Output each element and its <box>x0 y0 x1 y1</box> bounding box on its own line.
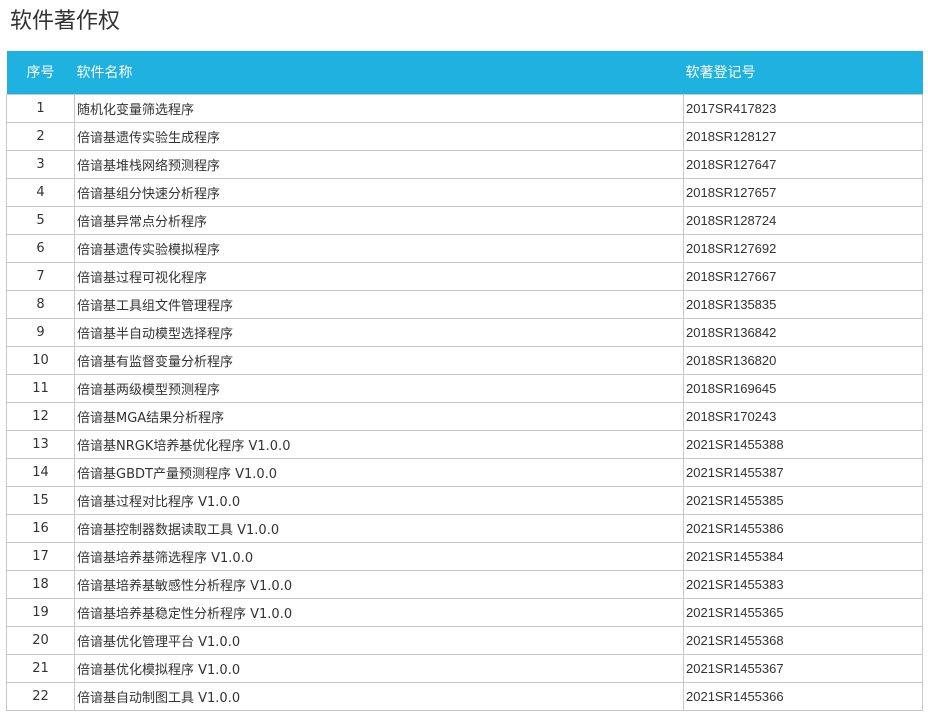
row-index: 21 <box>6 653 75 683</box>
row-index: 5 <box>6 205 75 235</box>
table-row: 17 倍谙基培养基筛选程序 V1.0.0 2021SR1455384 <box>6 541 923 571</box>
table-row: 15 倍谙基过程对比程序 V1.0.0 2021SR1455385 <box>6 485 923 515</box>
row-index: 19 <box>6 597 75 627</box>
row-registration-number: 2021SR1455368 <box>683 625 923 655</box>
row-software-name: 倍谙基优化管理平台 V1.0.0 <box>74 625 684 655</box>
row-software-name: 倍谙基两级模型预测程序 <box>74 373 684 403</box>
row-index: 7 <box>6 261 75 291</box>
table-row: 18 倍谙基培养基敏感性分析程序 V1.0.0 2021SR1455383 <box>6 569 923 599</box>
row-index: 10 <box>6 345 75 375</box>
row-index: 6 <box>6 233 75 263</box>
row-software-name: 倍谙基遗传实验生成程序 <box>74 121 684 151</box>
row-index: 14 <box>6 457 75 487</box>
table-row: 13 倍谙基NRGK培养基优化程序 V1.0.0 2021SR1455388 <box>6 429 923 459</box>
table-row: 20 倍谙基优化管理平台 V1.0.0 2021SR1455368 <box>6 625 923 655</box>
row-registration-number: 2021SR1455384 <box>683 541 923 571</box>
row-index: 22 <box>6 681 75 711</box>
row-index: 4 <box>6 177 75 207</box>
table-row: 19 倍谙基培养基稳定性分析程序 V1.0.0 2021SR1455365 <box>6 597 923 627</box>
table-row: 9 倍谙基半自动模型选择程序 2018SR136842 <box>6 317 923 347</box>
row-registration-number: 2021SR1455383 <box>683 569 923 599</box>
table-row: 1 随机化变量筛选程序 2017SR417823 <box>6 93 923 123</box>
table-row: 10 倍谙基有监督变量分析程序 2018SR136820 <box>6 345 923 375</box>
row-software-name: 倍谙基过程对比程序 V1.0.0 <box>74 485 684 515</box>
table-row: 22 倍谙基自动制图工具 V1.0.0 2021SR1455366 <box>6 681 923 711</box>
row-index: 12 <box>6 401 75 431</box>
row-software-name: 倍谙基异常点分析程序 <box>74 205 684 235</box>
row-software-name: 倍谙基工具组文件管理程序 <box>74 289 684 319</box>
row-index: 20 <box>6 625 75 655</box>
row-index: 17 <box>6 541 75 571</box>
table-row: 21 倍谙基优化模拟程序 V1.0.0 2021SR1455367 <box>6 653 923 683</box>
row-registration-number: 2017SR417823 <box>683 93 923 123</box>
row-registration-number: 2018SR127647 <box>683 149 923 179</box>
row-registration-number: 2018SR128127 <box>683 121 923 151</box>
row-software-name: 倍谙基堆栈网络预测程序 <box>74 149 684 179</box>
table-row: 11 倍谙基两级模型预测程序 2018SR169645 <box>6 373 923 403</box>
row-registration-number: 2021SR1455385 <box>683 485 923 515</box>
row-registration-number: 2018SR128724 <box>683 205 923 235</box>
header-name: 软件名称 <box>76 65 133 82</box>
row-registration-number: 2021SR1455367 <box>683 653 923 683</box>
row-registration-number: 2018SR169645 <box>683 373 923 403</box>
row-registration-number: 2018SR170243 <box>683 401 923 431</box>
row-registration-number: 2021SR1455366 <box>683 681 923 711</box>
row-software-name: 倍谙基自动制图工具 V1.0.0 <box>74 681 684 711</box>
row-software-name: 随机化变量筛选程序 <box>74 93 684 123</box>
row-registration-number: 2018SR136820 <box>683 345 923 375</box>
table-row: 14 倍谙基GBDT产量预测程序 V1.0.0 2021SR1455387 <box>6 457 923 487</box>
row-software-name: 倍谙基培养基筛选程序 V1.0.0 <box>74 541 684 571</box>
row-index: 2 <box>6 121 75 151</box>
header-registration: 软著登记号 <box>685 65 756 82</box>
row-software-name: 倍谙基控制器数据读取工具 V1.0.0 <box>74 513 684 543</box>
table-row: 16 倍谙基控制器数据读取工具 V1.0.0 2021SR1455386 <box>6 513 923 543</box>
row-index: 3 <box>6 149 75 179</box>
row-software-name: 倍谙基半自动模型选择程序 <box>74 317 684 347</box>
table-row: 8 倍谙基工具组文件管理程序 2018SR135835 <box>6 289 923 319</box>
row-index: 18 <box>6 569 75 599</box>
table-row: 2 倍谙基遗传实验生成程序 2018SR128127 <box>6 121 923 151</box>
table-header: 序号 软件名称 软著登记号 <box>6 51 923 94</box>
row-software-name: 倍谙基组分快速分析程序 <box>74 177 684 207</box>
table-row: 3 倍谙基堆栈网络预测程序 2018SR127647 <box>6 149 923 179</box>
row-index: 8 <box>6 289 75 319</box>
row-registration-number: 2018SR127657 <box>683 177 923 207</box>
table-row: 12 倍谙基MGA结果分析程序 2018SR170243 <box>6 401 923 431</box>
header-index: 序号 <box>26 65 55 82</box>
software-copyright-table: 序号 软件名称 软著登记号 1 随机化变量筛选程序 2017SR417823 2 倍谙基… <box>6 51 923 711</box>
row-software-name: 倍谙基NRGK培养基优化程序 V1.0.0 <box>74 429 684 459</box>
row-index: 9 <box>6 317 75 347</box>
row-registration-number: 2021SR1455387 <box>683 457 923 487</box>
row-registration-number: 2021SR1455386 <box>683 513 923 543</box>
row-software-name: 倍谙基GBDT产量预测程序 V1.0.0 <box>74 457 684 487</box>
row-software-name: 倍谙基优化模拟程序 V1.0.0 <box>74 653 684 683</box>
table-row: 5 倍谙基异常点分析程序 2018SR128724 <box>6 205 923 235</box>
header-row: 序号 软件名称 软著登记号 <box>6 51 923 94</box>
row-registration-number: 2018SR135835 <box>683 289 923 319</box>
row-software-name: 倍谙基有监督变量分析程序 <box>74 345 684 375</box>
row-registration-number: 2018SR127667 <box>683 261 923 291</box>
table-body: 1 随机化变量筛选程序 2017SR417823 2 倍谙基遗传实验生成程序 2018SR… <box>6 93 923 711</box>
row-software-name: 倍谙基培养基稳定性分析程序 V1.0.0 <box>74 597 684 627</box>
row-registration-number: 2018SR136842 <box>683 317 923 347</box>
row-software-name: 倍谙基遗传实验模拟程序 <box>74 233 684 263</box>
table-row: 6 倍谙基遗传实验模拟程序 2018SR127692 <box>6 233 923 263</box>
row-index: 16 <box>6 513 75 543</box>
row-registration-number: 2021SR1455388 <box>683 429 923 459</box>
row-software-name: 倍谙基过程可视化程序 <box>74 261 684 291</box>
table-row: 7 倍谙基过程可视化程序 2018SR127667 <box>6 261 923 291</box>
row-index: 13 <box>6 429 75 459</box>
row-index: 15 <box>6 485 75 515</box>
row-registration-number: 2021SR1455365 <box>683 597 923 627</box>
row-registration-number: 2018SR127692 <box>683 233 923 263</box>
row-index: 1 <box>6 93 75 123</box>
table-row: 4 倍谙基组分快速分析程序 2018SR127657 <box>6 177 923 207</box>
row-software-name: 倍谙基培养基敏感性分析程序 V1.0.0 <box>74 569 684 599</box>
row-software-name: 倍谙基MGA结果分析程序 <box>74 401 684 431</box>
page: 软件著作权 序号 软件名称 软著登记号 1 随机化变量筛选程序 2017SR4178… <box>0 0 928 715</box>
row-index: 11 <box>6 373 75 403</box>
page-title: 软件著作权 <box>10 9 121 34</box>
